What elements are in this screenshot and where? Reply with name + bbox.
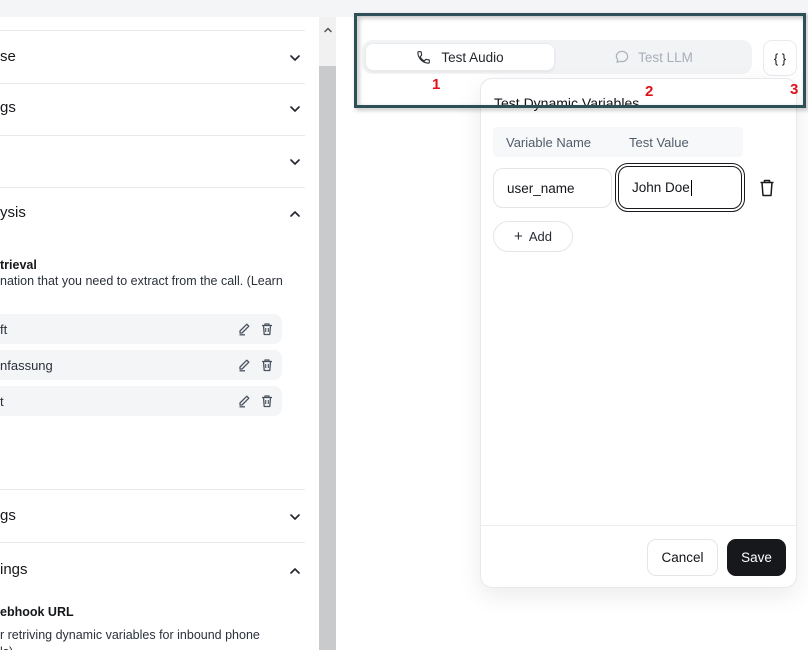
cancel-button[interactable]: Cancel	[647, 539, 718, 576]
edit-icon[interactable]	[236, 393, 252, 409]
retrieval-item-row: nfassung	[0, 350, 282, 380]
variable-name-value: user_name	[507, 181, 575, 196]
chevron-down-icon[interactable]	[287, 154, 303, 170]
text-caret	[691, 180, 693, 196]
test-audio-button[interactable]: Test Audio	[365, 43, 555, 71]
braces-icon: { }	[774, 51, 786, 66]
edit-icon[interactable]	[236, 321, 252, 337]
column-header-test-value: Test Value	[629, 135, 689, 150]
divider	[0, 30, 305, 31]
test-dynamic-variables-dialog: Test Dynamic Variables Variable Name Tes…	[480, 78, 797, 588]
retrieval-item-label: nfassung	[0, 358, 53, 373]
plus-icon: +	[514, 230, 523, 243]
test-value-input[interactable]: John Doe	[618, 166, 742, 209]
annotation-marker-1: 1	[432, 77, 440, 92]
test-audio-label: Test Audio	[441, 50, 503, 65]
webhook-description: r retriving dynamic variables for inboun…	[0, 628, 260, 642]
add-label: Add	[529, 229, 552, 244]
dialog-title: Test Dynamic Variables	[494, 95, 639, 111]
webhook-description-2: ls)	[0, 645, 13, 650]
annotation-marker-2: 2	[645, 84, 653, 99]
sidebar-section-label[interactable]: gs	[0, 100, 16, 116]
sidebar-section-label[interactable]: ings	[0, 562, 28, 578]
add-variable-button[interactable]: + Add	[493, 221, 573, 252]
scrollbar-up-button[interactable]	[319, 17, 336, 43]
divider	[0, 187, 305, 188]
retrieval-description: nation that you need to extract from the…	[0, 274, 283, 288]
chevron-down-icon[interactable]	[287, 101, 303, 117]
edit-icon[interactable]	[236, 357, 252, 373]
delete-row-button[interactable]	[757, 177, 777, 199]
dialog-footer-divider	[481, 525, 796, 526]
column-header-variable-name: Variable Name	[506, 135, 591, 150]
test-llm-button[interactable]: Test LLM	[555, 40, 752, 74]
chevron-down-icon[interactable]	[287, 509, 303, 525]
sidebar-section-label[interactable]: gs	[0, 508, 16, 524]
chevron-up-icon[interactable]	[287, 206, 303, 222]
retrieval-item-label: ft	[0, 322, 7, 337]
sidebar-section-label[interactable]: ysis	[0, 205, 26, 221]
variable-name-input[interactable]: user_name	[493, 168, 612, 208]
retrieval-item-row: ft	[0, 314, 282, 344]
dynamic-variables-button[interactable]: { }	[763, 40, 797, 76]
scrollbar-thumb[interactable]	[319, 66, 336, 650]
chevron-up-icon[interactable]	[287, 563, 303, 579]
divider	[0, 542, 305, 543]
divider	[0, 83, 305, 84]
chat-bubble-icon	[614, 49, 630, 65]
test-value-value: John Doe	[632, 180, 690, 195]
phone-icon	[416, 50, 431, 65]
save-button[interactable]: Save	[727, 539, 786, 576]
test-llm-label: Test LLM	[638, 50, 693, 65]
sidebar-section-label[interactable]: se	[0, 49, 16, 65]
annotation-marker-3: 3	[790, 82, 798, 97]
retrieval-item-row: t	[0, 386, 282, 416]
top-strip	[0, 0, 808, 17]
webhook-heading: ebhook URL	[0, 605, 74, 619]
divider	[0, 489, 305, 490]
app-screen: se gs ysis trieval nation that you need …	[0, 0, 808, 650]
retrieval-heading: trieval	[0, 258, 37, 272]
divider	[0, 135, 305, 136]
trash-icon[interactable]	[259, 357, 275, 373]
test-mode-segmented-control: Test Audio Test LLM	[362, 40, 752, 74]
trash-icon[interactable]	[259, 321, 275, 337]
trash-icon[interactable]	[259, 393, 275, 409]
chevron-down-icon[interactable]	[287, 50, 303, 66]
retrieval-item-label: t	[0, 394, 4, 409]
